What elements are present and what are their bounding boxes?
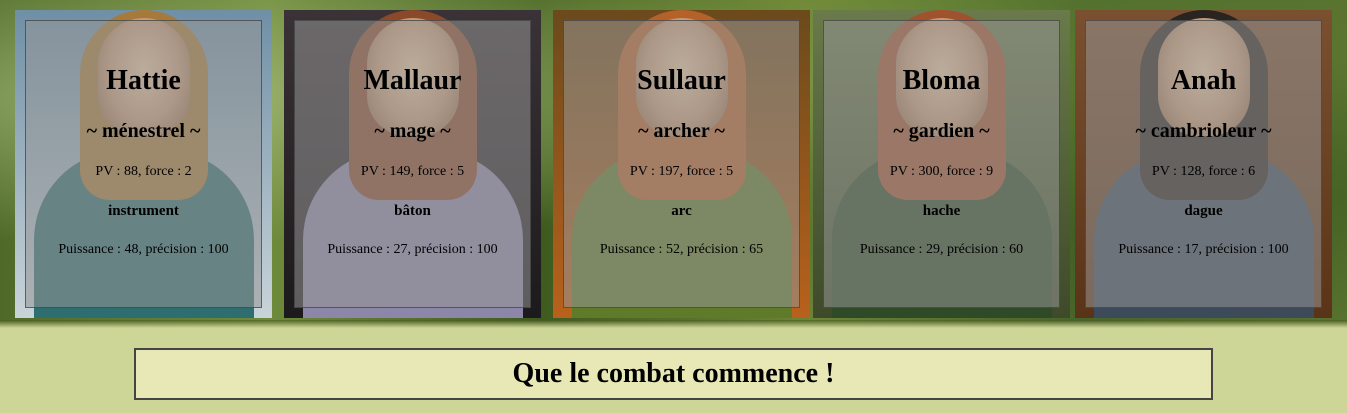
character-info-panel: Bloma ~ gardien ~ PV : 300, force : 9 ha… xyxy=(823,20,1060,308)
weapon-stats: Puissance : 27, précision : 100 xyxy=(327,242,498,257)
character-name: Bloma xyxy=(902,65,981,96)
character-name: Anah xyxy=(1170,65,1237,96)
character-name: Sullaur xyxy=(637,65,726,96)
character-stats: PV : 300, force : 9 xyxy=(889,164,994,179)
character-stats: PV : 197, force : 5 xyxy=(629,164,734,179)
character-card-mallaur[interactable]: Mallaur ~ mage ~ PV : 149, force : 5 bât… xyxy=(284,10,541,318)
character-card-anah[interactable]: Anah ~ cambrioleur ~ PV : 128, force : 6… xyxy=(1075,10,1332,318)
start-combat-button[interactable]: Que le combat commence ! xyxy=(134,348,1213,400)
weapon-stats: Puissance : 48, précision : 100 xyxy=(58,242,229,257)
character-class: ~ cambrioleur ~ xyxy=(1135,120,1272,142)
character-name: Mallaur xyxy=(363,65,462,96)
character-info-panel: Anah ~ cambrioleur ~ PV : 128, force : 6… xyxy=(1085,20,1322,308)
character-stats: PV : 88, force : 2 xyxy=(95,164,192,179)
character-card-sullaur[interactable]: Sullaur ~ archer ~ PV : 197, force : 5 a… xyxy=(553,10,810,318)
character-weapon: instrument xyxy=(108,203,179,219)
character-card-bloma[interactable]: Bloma ~ gardien ~ PV : 300, force : 9 ha… xyxy=(813,10,1070,318)
character-name: Hattie xyxy=(106,65,181,96)
character-weapon: dague xyxy=(1184,203,1223,219)
character-card-hattie[interactable]: Hattie ~ ménestrel ~ PV : 88, force : 2 … xyxy=(15,10,272,318)
character-info-panel: Hattie ~ ménestrel ~ PV : 88, force : 2 … xyxy=(25,20,262,308)
weapon-stats: Puissance : 52, précision : 65 xyxy=(599,242,764,257)
character-weapon: hache xyxy=(922,203,961,219)
character-info-panel: Sullaur ~ archer ~ PV : 197, force : 5 a… xyxy=(563,20,800,308)
weapon-stats: Puissance : 17, précision : 100 xyxy=(1118,242,1289,257)
character-class: ~ mage ~ xyxy=(374,120,451,142)
character-class: ~ gardien ~ xyxy=(893,120,990,142)
character-info-panel: Mallaur ~ mage ~ PV : 149, force : 5 bât… xyxy=(294,20,531,308)
weapon-stats: Puissance : 29, précision : 60 xyxy=(859,242,1024,257)
character-weapon: arc xyxy=(671,203,692,219)
character-stats: PV : 149, force : 5 xyxy=(360,164,465,179)
character-stats: PV : 128, force : 6 xyxy=(1151,164,1256,179)
character-class: ~ ménestrel ~ xyxy=(86,120,201,142)
character-class: ~ archer ~ xyxy=(638,120,725,142)
character-weapon: bâton xyxy=(394,203,431,219)
